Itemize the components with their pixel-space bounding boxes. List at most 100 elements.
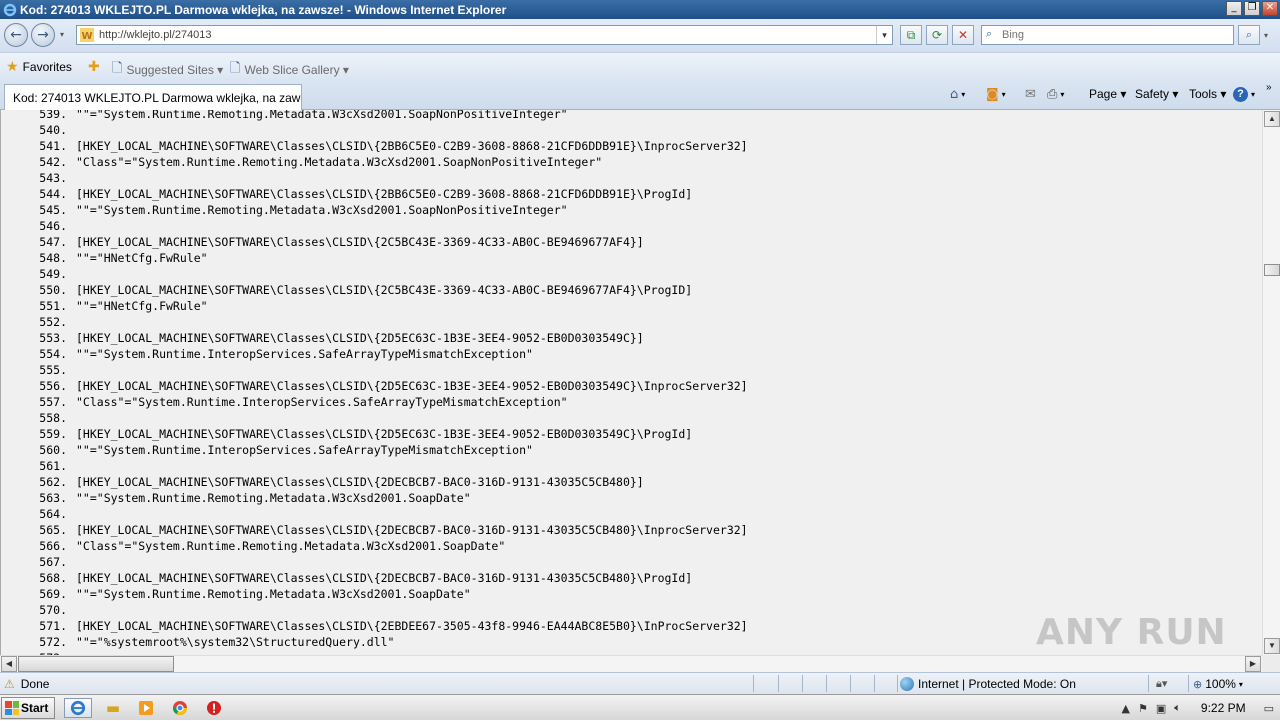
zoom-dropdown-icon: ▾ [1238,679,1243,689]
search-button[interactable]: ⌕ [1238,25,1260,45]
zoom-control[interactable]: ⊕ 100% ▾ [1193,677,1243,691]
taskbar-ie-button[interactable] [64,698,92,718]
minimize-button[interactable]: _ [1226,1,1242,16]
status-divider [753,675,754,692]
suggested-sites-icon: 🗋 [112,61,123,76]
line-text: ""="System.Runtime.Remoting.Metadata.W3c… [76,491,471,505]
code-line: 541. [HKEY_LOCAL_MACHINE\SOFTWARE\Classes… [1,138,1261,154]
back-arrow-icon: ← [10,27,22,43]
vertical-scroll-thumb[interactable] [1264,264,1280,276]
taskbar-explorer-button[interactable]: ▬ [99,698,127,718]
favorites-bar: ★ Favorites ✚ 🗋 Suggested Sites ▾ 🗋 Web … [0,52,1280,80]
zoom-magnifier-icon: ⊕ [1193,677,1203,691]
taskbar-media-player-button[interactable] [132,698,160,718]
safety-menu[interactable]: Safety ▾ [1135,87,1178,101]
start-label: Start [21,701,49,715]
code-line: 553. [HKEY_LOCAL_MACHINE\SOFTWARE\Classes… [1,330,1261,346]
line-number: 543. [39,171,67,185]
forward-button[interactable]: → [31,23,55,47]
print-button[interactable]: ⎙ ▾ [1047,87,1064,102]
line-text: [HKEY_LOCAL_MACHINE\SOFTWARE\Classes\CLS… [76,379,748,393]
web-slice-gallery-link[interactable]: 🗋 Web Slice Gallery ▾ [230,59,349,81]
read-mail-button[interactable]: ✉ [1025,87,1036,102]
start-button[interactable]: Start [1,697,55,719]
favorites-star-icon: ★ [6,59,19,75]
line-number: 572. [39,635,67,649]
clock[interactable]: 9:22 PM [1201,701,1246,715]
add-to-favorites-bar-button[interactable]: ✚ [88,59,100,75]
more-commands-chevron-icon[interactable]: » [1266,82,1272,93]
search-input[interactable] [1002,27,1222,43]
status-divider [1188,675,1189,692]
suggested-sites-link[interactable]: 🗋 Suggested Sites ▾ [112,59,223,81]
line-number: 556. [39,379,67,393]
line-number: 546. [39,219,67,233]
code-listing: 539. ""="System.Runtime.Remoting.Metadata… [1,110,1261,655]
search-box[interactable]: ⌕ [981,25,1234,45]
url-host: http://wklejto.pl/ [99,29,175,41]
protected-mode-lock-icon[interactable]: 🔒︎▾ [1156,677,1167,691]
refresh-button[interactable]: ⟳ [926,25,948,45]
volume-icon[interactable]: 🔈︎ [1174,701,1181,715]
back-button[interactable]: ← [4,23,28,47]
address-bar[interactable]: W http://wklejto.pl/274013 ▾ [76,25,893,45]
page-menu[interactable]: Page ▾ [1089,87,1126,101]
taskbar-chrome-button[interactable] [166,698,194,718]
scroll-down-arrow-icon[interactable]: ▼ [1264,638,1280,654]
tab-command-bar: W Kod: 274013 WKLEJTO.PL Darmowa wklejka… [0,80,1280,110]
line-number: 552. [39,315,67,329]
code-line: 548. ""="HNetCfg.FwRule" [1,250,1261,266]
help-menu[interactable]: ? ▾ [1233,87,1255,102]
browser-tab[interactable]: W Kod: 274013 WKLEJTO.PL Darmowa wklejka… [4,84,302,110]
code-line: 555. [1,362,1261,378]
ie-logo-icon [3,3,17,16]
stop-button[interactable]: ✕ [952,25,974,45]
close-button[interactable]: ✕ [1262,1,1278,16]
vertical-scrollbar[interactable]: ▲ ▼ [1262,110,1280,655]
stop-icon: ✕ [957,28,969,42]
feeds-button[interactable]: ◙ ▾ [986,87,1006,102]
action-center-flag-icon[interactable]: ⚑ [1138,702,1148,715]
rss-feed-icon: ◙ [986,87,999,102]
bing-search-icon: ⌕ [986,28,993,40]
print-dropdown-icon: ▾ [1060,90,1065,99]
taskbar-stop-app-button[interactable] [200,698,228,718]
horizontal-scroll-thumb[interactable] [18,656,174,672]
scroll-up-arrow-icon[interactable]: ▲ [1264,111,1280,127]
line-text: "Class"="System.Runtime.Remoting.Metadat… [76,539,506,553]
scroll-right-arrow-icon[interactable]: ▶ [1245,656,1261,672]
code-line: 559. [HKEY_LOCAL_MACHINE\SOFTWARE\Classes… [1,426,1261,442]
tray-expand-arrow-icon[interactable]: ▲ [1122,702,1130,715]
security-zone[interactable]: Internet | Protected Mode: On [900,677,1076,691]
line-number: 550. [39,283,67,297]
warning-icon: ⚠ [4,677,15,691]
line-number: 558. [39,411,67,425]
search-options-icon[interactable]: ▾ [1264,31,1268,40]
code-line: 564. [1,506,1261,522]
show-desktop-icon[interactable]: ▭ [1264,702,1274,715]
code-line: 562. [HKEY_LOCAL_MACHINE\SOFTWARE\Classes… [1,474,1261,490]
horizontal-scrollbar[interactable]: ◀ ▶ [0,655,1262,672]
zone-label: Internet | Protected Mode: On [918,677,1076,691]
favorites-button[interactable]: ★ Favorites [6,59,72,75]
title-bar: Kod: 274013 WKLEJTO.PL Darmowa wklejka, … [0,0,1280,19]
status-divider [874,675,875,692]
restore-button[interactable]: ❐ [1244,1,1260,16]
tools-menu[interactable]: Tools ▾ [1189,87,1226,101]
history-dropdown-icon[interactable]: ▾ [60,30,64,39]
help-dropdown-icon: ▾ [1251,90,1256,99]
home-button[interactable]: ⌂ ▾ [950,87,965,102]
line-number: 541. [39,139,67,153]
code-line: 550. [HKEY_LOCAL_MACHINE\SOFTWARE\Classes… [1,282,1261,298]
scroll-left-arrow-icon[interactable]: ◀ [1,656,17,672]
line-number: 568. [39,571,67,585]
network-icon[interactable]: ▣ [1156,702,1166,715]
status-divider [897,675,898,692]
line-text: [HKEY_LOCAL_MACHINE\SOFTWARE\Classes\CLS… [76,187,693,201]
address-dropdown-icon[interactable]: ▾ [876,26,892,44]
line-number: 548. [39,251,67,265]
scrollbar-corner [1262,655,1280,672]
media-player-icon [139,701,153,715]
line-text: ""="System.Runtime.InteropServices.SafeA… [76,347,533,361]
compatibility-view-button[interactable]: ⧉ [900,25,922,45]
